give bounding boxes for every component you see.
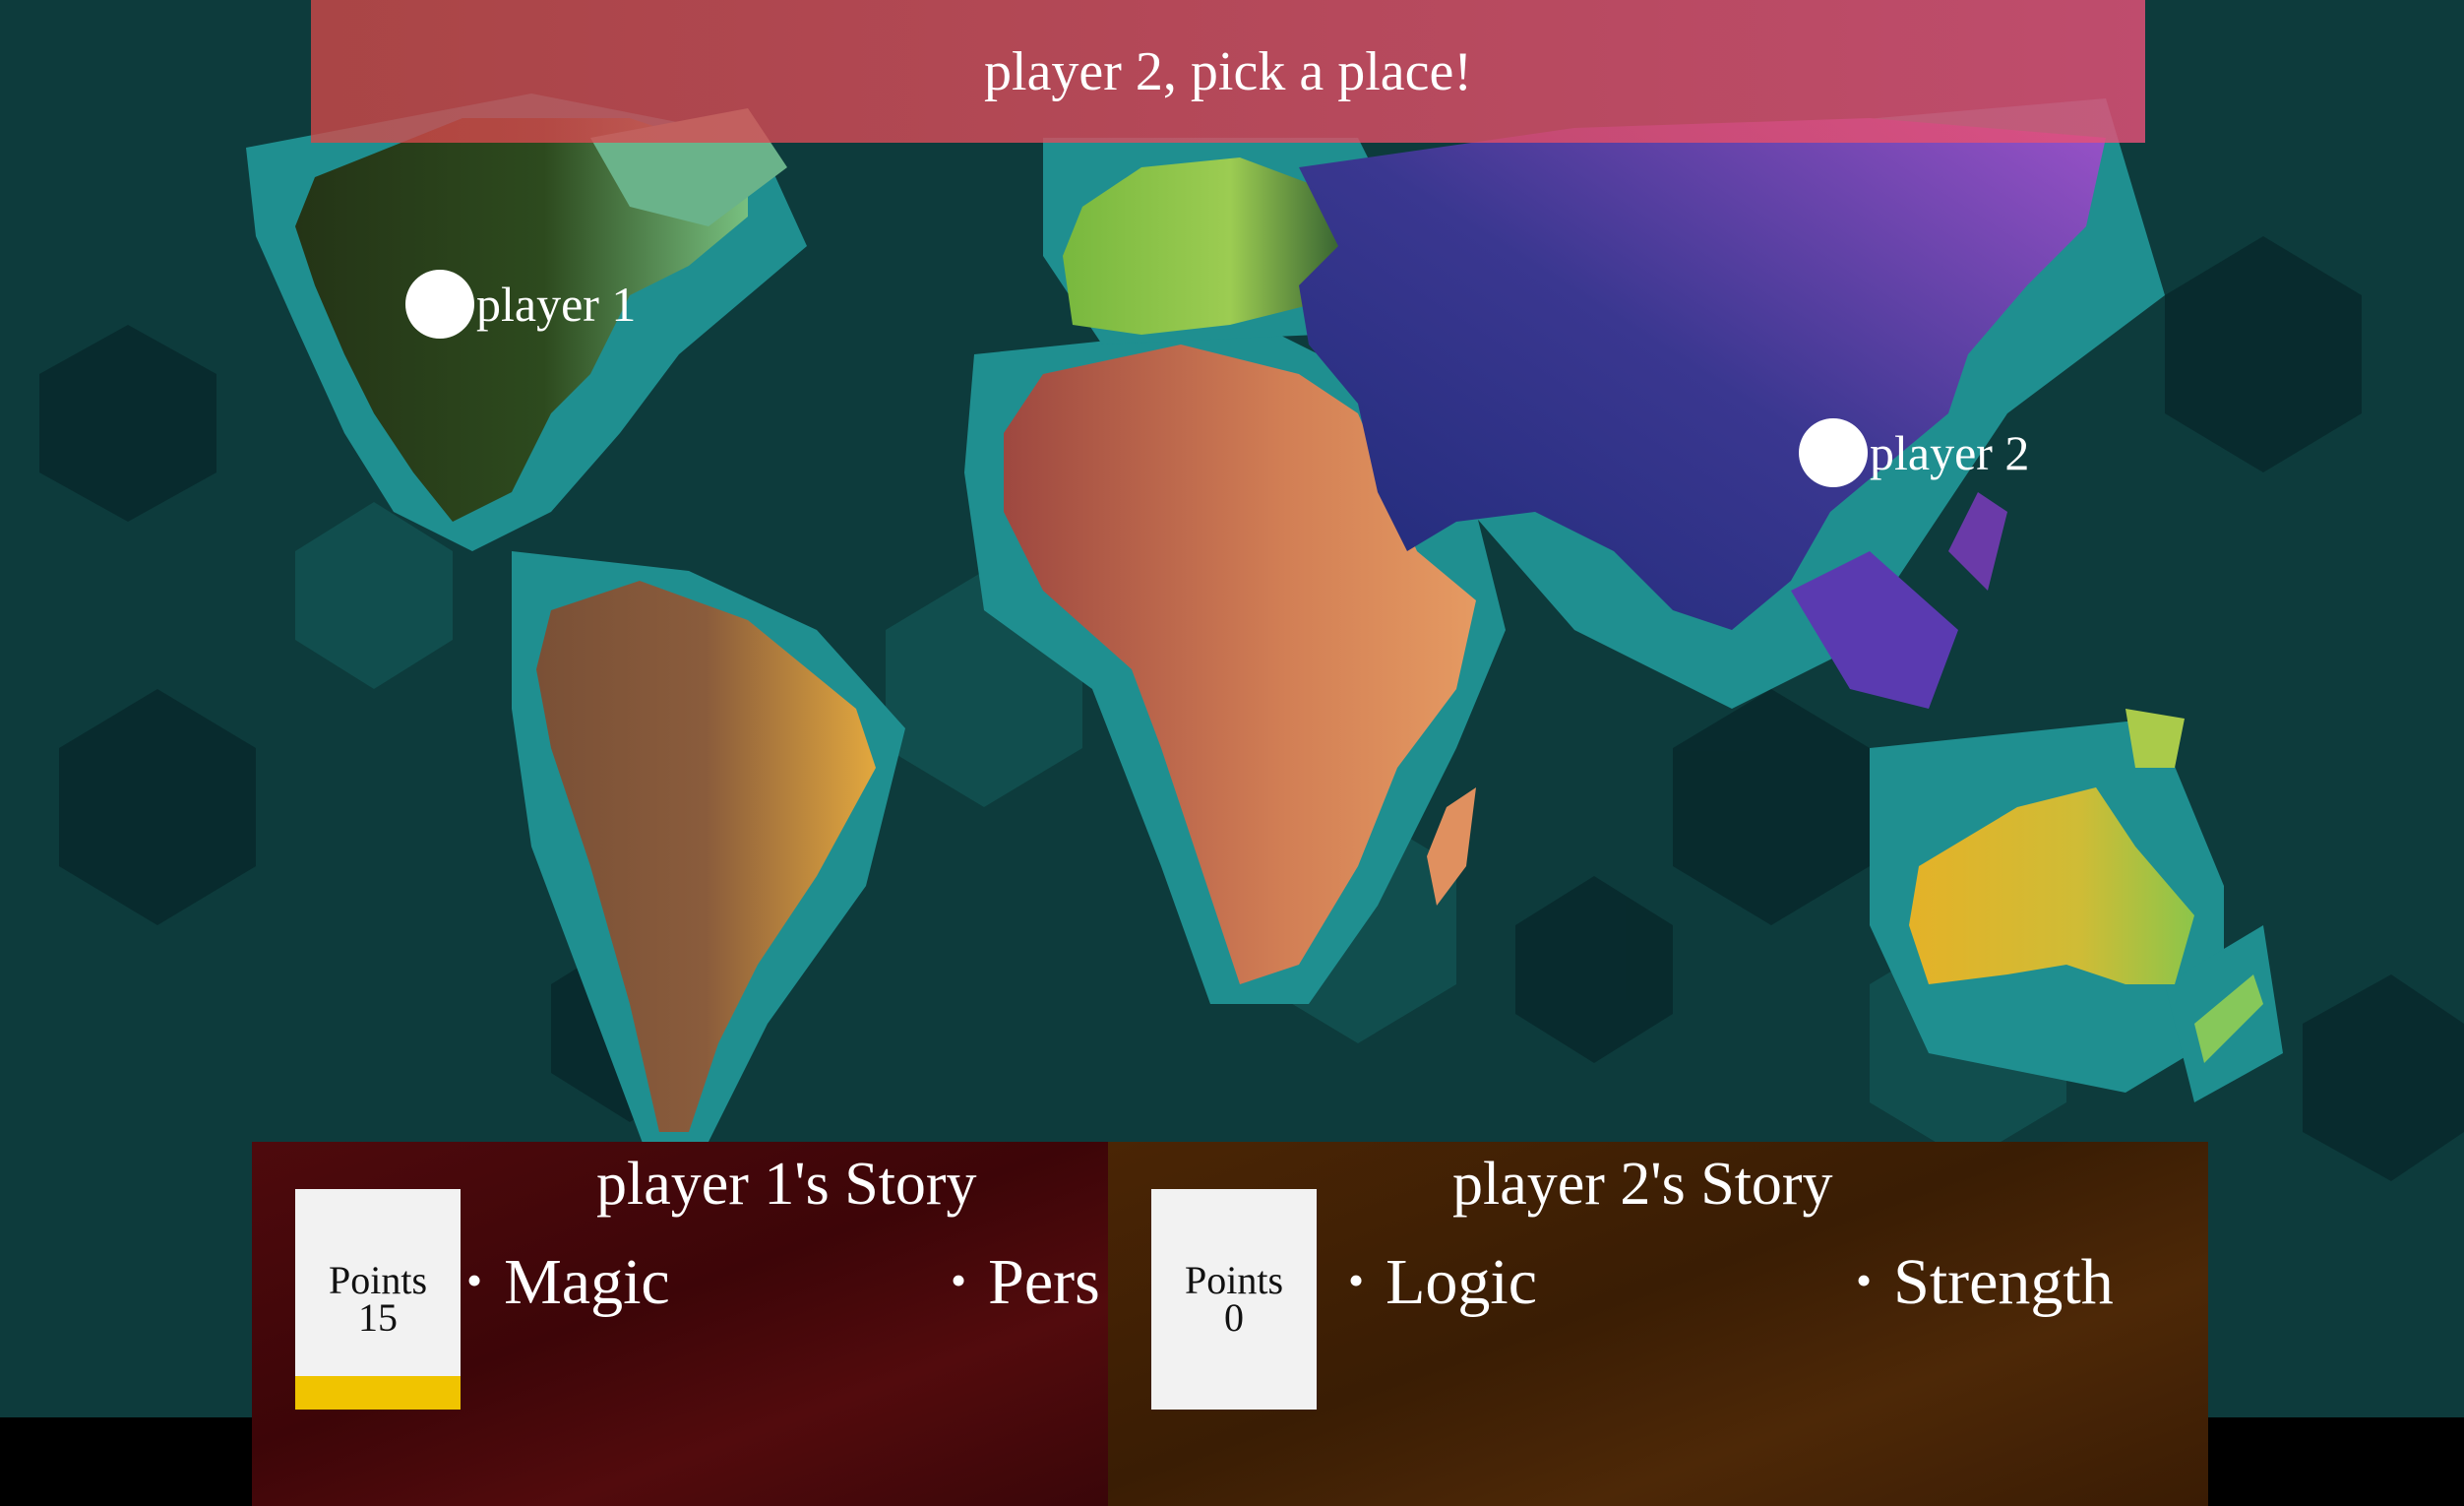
player-1-dot[interactable] <box>405 270 474 339</box>
player-2-points-value: 0 <box>1224 1295 1244 1340</box>
player-2-story-title: player 2's Story <box>1452 1151 1833 1218</box>
player-1-points-bar <box>295 1376 461 1410</box>
player-2-trait-logic[interactable]: Logic <box>1348 1245 1537 1320</box>
player-1-points-card: Points 15 <box>295 1189 461 1410</box>
player-1-trait-magic[interactable]: Magic <box>466 1245 670 1320</box>
player-1-trait-pers[interactable]: Pers <box>951 1245 1100 1320</box>
player-2-story-panel: player 2's Story Points 0 Logic Strength <box>1108 1142 2208 1506</box>
player-2-points-card: Points 0 <box>1151 1189 1317 1410</box>
turn-prompt: player 2, pick a place! <box>984 40 1472 102</box>
player-2-marker-label: player 2 <box>1870 425 2030 480</box>
player-2-trait-strength[interactable]: Strength <box>1856 1245 2114 1320</box>
player-2-dot[interactable] <box>1799 418 1868 487</box>
player-2-marker[interactable]: player 2 <box>1799 418 2029 487</box>
turn-banner: player 2, pick a place! <box>311 0 2145 143</box>
player-1-marker[interactable]: player 1 <box>405 270 636 339</box>
player-1-points-value: 15 <box>358 1295 398 1340</box>
player-1-points-label: Points <box>328 1258 428 1302</box>
player-1-story-panel: player 1's Story Points 15 Magic Pers <box>252 1142 1108 1506</box>
player-1-story-title: player 1's Story <box>596 1151 977 1218</box>
player-2-points-label: Points <box>1184 1258 1284 1302</box>
player-1-marker-label: player 1 <box>476 277 637 332</box>
